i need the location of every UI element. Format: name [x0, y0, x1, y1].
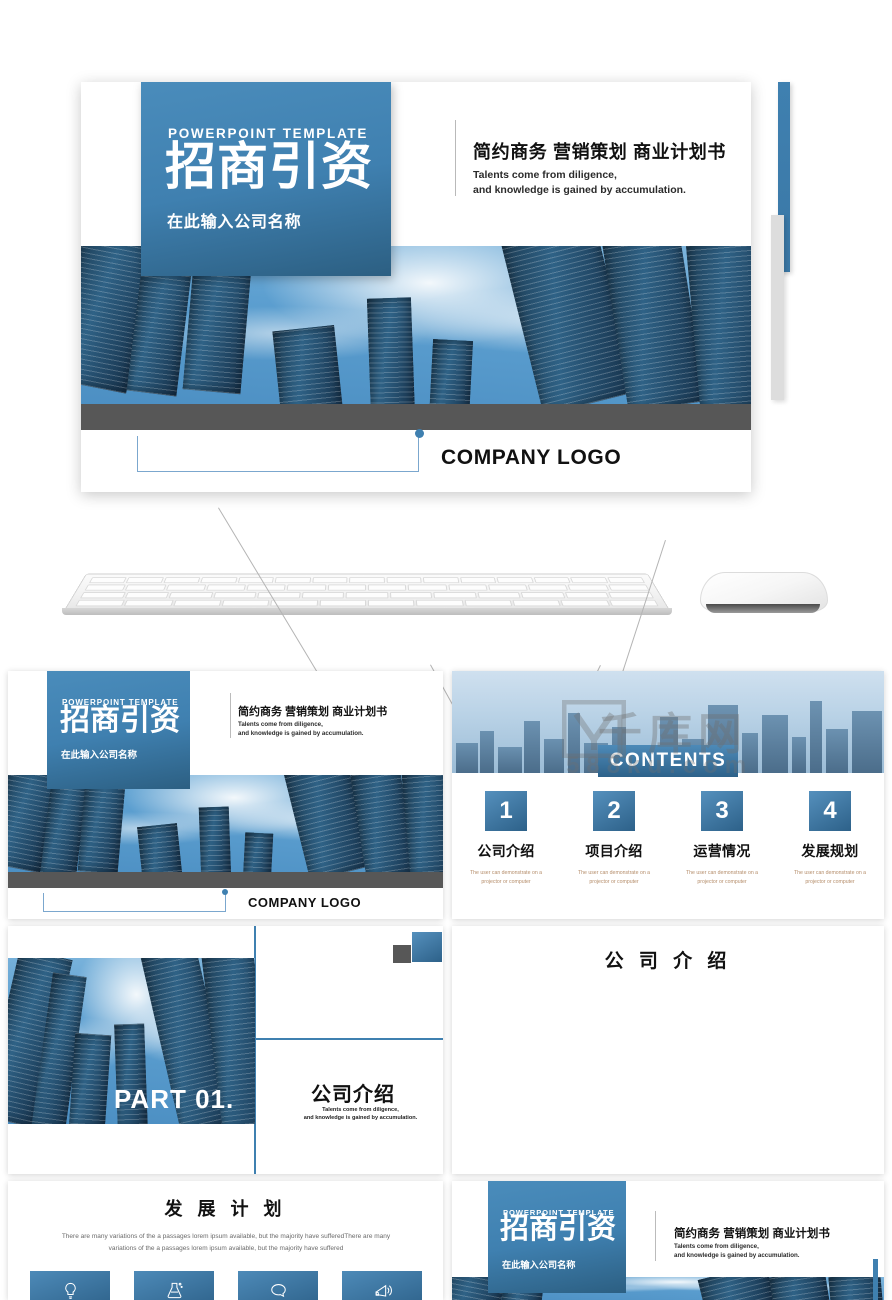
- hero-motto-line1: Talents come from diligence,: [473, 169, 617, 181]
- thumb3-blue-square: [412, 932, 442, 962]
- thumb1-motto-line1: Talents come from diligence,: [238, 721, 323, 728]
- thumb6-motto-line2: and knowledge is gained by accumulation.: [674, 1251, 800, 1259]
- thumbnail-cover-slide-alt[interactable]: POWERPOINT TEMPLATE 招商引资 在此输入公司名称 简约商务 营…: [452, 1181, 884, 1300]
- thumb1-accent-dot: [222, 889, 228, 895]
- thumb6-motto: Talents come from diligence, and knowledg…: [674, 1243, 800, 1260]
- thumb1-outline-placeholder: [43, 893, 226, 912]
- thumb5-card-1[interactable]: [30, 1271, 110, 1300]
- watermark-logo-icon: [562, 700, 626, 758]
- list-item[interactable]: 1 公司介绍 The user can demonstrate on a pro…: [452, 791, 560, 887]
- thumb1-subject-line: 简约商务 营销策划 商业计划书: [238, 706, 388, 718]
- thumb5-card-3[interactable]: [238, 1271, 318, 1300]
- thumb2-item-desc: The user can demonstrate on a projector …: [577, 870, 651, 885]
- thumb2-item-label: 公司介绍: [477, 843, 535, 859]
- thumb6-accent-bar: [873, 1259, 878, 1300]
- thumb3-section-title: 公司介绍: [311, 1084, 395, 1106]
- thumb1-title-panel: POWERPOINT TEMPLATE 招商引资 在此输入公司名称: [47, 671, 190, 789]
- thumb6-title-panel: POWERPOINT TEMPLATE 招商引资 在此输入公司名称: [488, 1181, 626, 1293]
- thumb2-contents-label: CONTENTS: [609, 750, 727, 771]
- thumb4-slide-title: 公 司 介 绍: [604, 951, 732, 972]
- thumb2-item-number: 2: [593, 791, 635, 831]
- mouse-base: [706, 604, 820, 613]
- thumbnail-company-intro-slide[interactable]: 公 司 介 绍: [452, 926, 884, 1174]
- thumb2-item-desc: The user can demonstrate on a projector …: [685, 870, 759, 885]
- thumb1-main-title: 招商引资: [60, 704, 180, 737]
- hero-motto-line2: and knowledge is gained by accumulation.: [473, 184, 686, 197]
- thumb2-item-label: 项目介绍: [585, 843, 643, 859]
- hero-title-panel: POWERPOINT TEMPLATE 招商引资 在此输入公司名称: [141, 82, 391, 276]
- keyboard-keys: [70, 577, 664, 615]
- thumb3-motto-line2: and knowledge is gained by accumulation.: [303, 1115, 418, 1122]
- hero-accent-bar-gray: [771, 215, 784, 400]
- thumb2-item-number: 3: [701, 791, 743, 831]
- hero-outline-placeholder: [137, 436, 419, 472]
- thumb2-item-desc: The user can demonstrate on a projector …: [793, 870, 867, 885]
- thumb3-motto: Talents come from diligence, and knowledg…: [278, 1106, 443, 1123]
- hero-subject-line: 简约商务 营销策划 商业计划书: [473, 142, 727, 162]
- thumb2-item-desc: The user can demonstrate on a projector …: [469, 870, 543, 885]
- thumb6-company-placeholder: 在此输入公司名称: [502, 1260, 576, 1270]
- speech-bubble-icon: [270, 1283, 286, 1297]
- list-item[interactable]: 2 项目介绍 The user can demonstrate on a pro…: [560, 791, 668, 887]
- thumb3-gray-square: [393, 945, 411, 963]
- thumb1-gray-band: [8, 872, 443, 888]
- thumb2-contents-list: 1 公司介绍 The user can demonstrate on a pro…: [452, 791, 884, 887]
- thumb2-item-number: 1: [485, 791, 527, 831]
- thumb1-photo: [8, 775, 443, 878]
- thumb1-outline-edge: [43, 893, 44, 912]
- thumb2-item-label: 发展规划: [801, 843, 859, 859]
- thumbnail-contents-slide[interactable]: CONTENTS 1 公司介绍 The user can demonstrate…: [452, 671, 884, 919]
- thumb5-slide-title: 发 展 计 划: [164, 1199, 287, 1219]
- thumbnail-development-plan-slide[interactable]: 发 展 计 划 There are many variations of the…: [8, 1181, 443, 1300]
- hero-company-placeholder: 在此输入公司名称: [167, 214, 302, 231]
- lightbulb-icon: [64, 1282, 76, 1299]
- hero-vertical-divider: [455, 120, 456, 196]
- hero-outline-edge: [137, 436, 138, 472]
- thumb2-item-label: 运营情况: [693, 843, 751, 859]
- thumb5-icon-row: [30, 1271, 422, 1300]
- thumb6-subject-line: 简约商务 营销策划 商业计划书: [674, 1228, 830, 1240]
- thumb1-company-logo: COMPANY LOGO: [248, 895, 362, 910]
- hardware-illustration: [0, 507, 892, 814]
- hero-accent-dot: [415, 429, 424, 438]
- thumb3-horizontal-rule: [254, 1038, 443, 1040]
- hero-company-logo: COMPANY LOGO: [441, 446, 622, 469]
- megaphone-icon: [375, 1284, 392, 1297]
- thumb1-motto-line2: and knowledge is gained by accumulation.: [238, 729, 364, 737]
- keyboard-base: [62, 608, 672, 615]
- thumbnail-cover-slide[interactable]: COMPANY LOGO POWERPOINT TEMPLATE 招商引资 在此…: [8, 671, 443, 919]
- thumb1-company-placeholder: 在此输入公司名称: [61, 750, 138, 761]
- thumb2-item-number: 4: [809, 791, 851, 831]
- list-item[interactable]: 3 运营情况 The user can demonstrate on a pro…: [668, 791, 776, 887]
- thumb6-divider: [655, 1211, 656, 1261]
- hero-main-title: 招商引资: [165, 138, 374, 195]
- thumb6-motto-line1: Talents come from diligence,: [674, 1243, 759, 1250]
- hero-motto: Talents come from diligence, and knowledg…: [473, 168, 686, 198]
- thumb5-card-2[interactable]: [134, 1271, 214, 1300]
- thumb5-body-text: There are many variations of the a passa…: [56, 1231, 396, 1255]
- thumb1-motto: Talents come from diligence, and knowledg…: [238, 721, 364, 738]
- hero-gray-band: [81, 404, 751, 430]
- thumb3-motto-line1: Talents come from diligence,: [322, 1107, 399, 1113]
- thumb5-body-line1: There are many variations of the a passa…: [61, 1233, 362, 1240]
- thumbnail-section-divider-slide[interactable]: PART 01. 公司介绍 Talents come from diligenc…: [8, 926, 443, 1174]
- keyboard-icon: [63, 573, 671, 615]
- hero-slide-preview: COMPANY LOGO POWERPOINT TEMPLATE 招商引资 在此…: [81, 82, 812, 492]
- flask-icon: [167, 1282, 183, 1298]
- thumb3-part-label: PART 01.: [114, 1084, 235, 1114]
- thumb5-card-4[interactable]: [342, 1271, 422, 1300]
- hero-slide-canvas: COMPANY LOGO POWERPOINT TEMPLATE 招商引资 在此…: [81, 82, 751, 492]
- list-item[interactable]: 4 发展规划 The user can demonstrate on a pro…: [776, 791, 884, 887]
- thumb1-divider: [230, 693, 231, 738]
- thumb6-main-title: 招商引资: [500, 1213, 617, 1245]
